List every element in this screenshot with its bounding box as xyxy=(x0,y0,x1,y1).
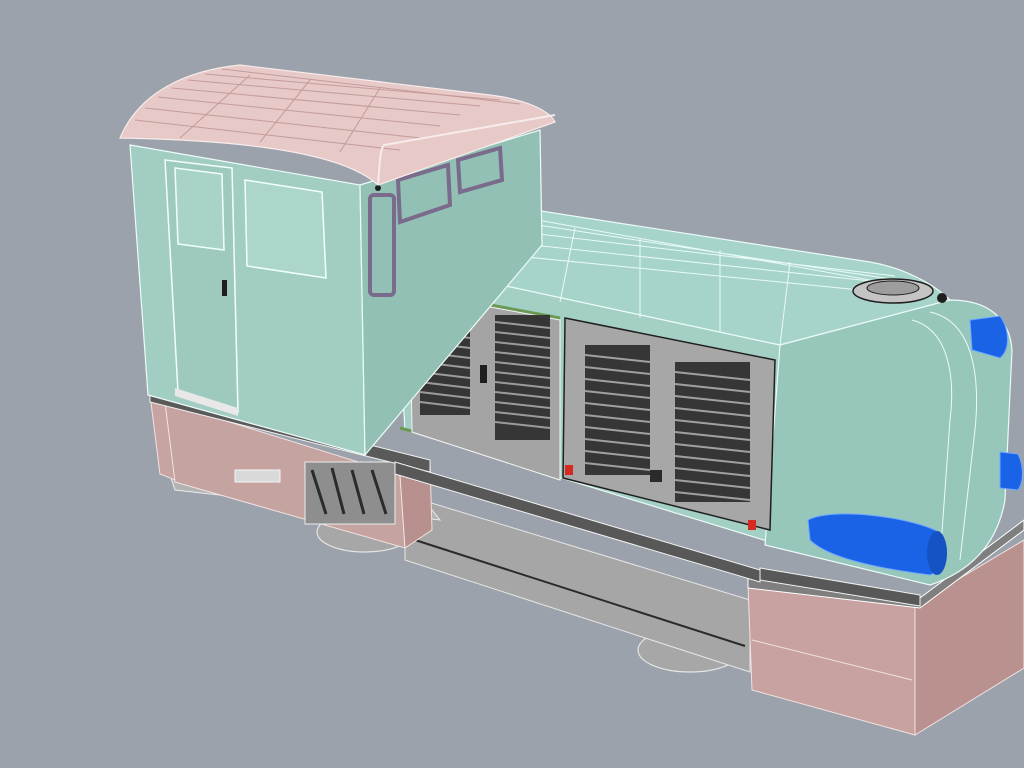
door-latch-icon xyxy=(222,280,227,296)
lamp-side xyxy=(999,451,1023,491)
3d-viewport[interactable] xyxy=(0,0,1024,768)
door-handle-icon xyxy=(480,365,487,383)
cab-door-window xyxy=(174,167,225,251)
cab-window xyxy=(244,179,327,279)
locomotive-render xyxy=(119,64,1024,736)
